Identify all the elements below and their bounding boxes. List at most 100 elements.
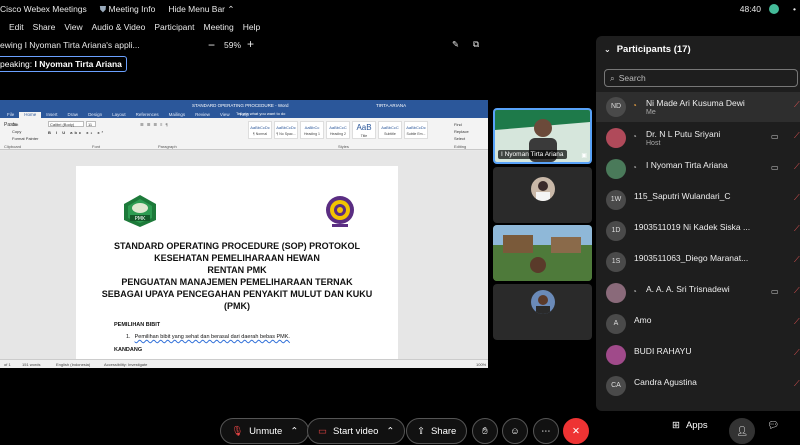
chevron-up-icon[interactable]: ⌃: [290, 426, 298, 437]
section-kandang: KANDANG: [114, 347, 143, 353]
chat-button[interactable]: 💬︎: [767, 420, 779, 431]
mic-muted-icon: ⟋: [794, 379, 800, 388]
styles-label: Styles: [338, 144, 349, 149]
participant-row[interactable]: 1S 1903511063_Diego Maranat... ⟋: [596, 247, 800, 277]
mic-muted-icon: ⟋: [794, 348, 800, 357]
reactions-button[interactable]: ☺: [502, 418, 528, 444]
language: English (Indonesia): [56, 362, 91, 367]
select-button[interactable]: Select: [454, 136, 465, 141]
find-button[interactable]: Find: [454, 122, 462, 127]
heading-line: KESEHATAN PEMELIHARAAN HEWAN: [154, 253, 320, 263]
video-tile[interactable]: [493, 225, 592, 281]
mic-muted-icon: ⟋: [794, 131, 800, 140]
heading-line: PENGUATAN MANAJEMEN PEMELIHARAAN TERNAK: [121, 277, 353, 287]
mic-muted-icon: ⟋: [794, 100, 800, 109]
avatar: 1S: [606, 252, 626, 272]
list-item: 1. Pemilihan bibit yang sehat dan berasal…: [126, 334, 290, 340]
video-tile[interactable]: [493, 284, 592, 340]
participant-name: Candra Agustina: [634, 377, 697, 387]
participants-panel: ⌄ Participants (17) ⌕ Search ND ◔ Ni Made …: [596, 36, 800, 411]
zoom-out-button[interactable]: −: [208, 38, 215, 52]
participant-row[interactable]: 1D 1903511019 Ni Kadek Siska ... ⟋: [596, 216, 800, 246]
style-subtitle[interactable]: AaBbCcC Subtitle: [378, 121, 402, 139]
replace-button[interactable]: Replace: [454, 129, 469, 134]
meeting-info-button[interactable]: ⛊ Meeting Info: [100, 4, 156, 15]
recording-icon: [769, 4, 780, 14]
more-options-button[interactable]: ⋯: [533, 418, 559, 444]
video-tile[interactable]: [493, 167, 592, 223]
copy-button[interactable]: Copy: [12, 129, 21, 134]
mic-muted-icon: 🎙︎: [231, 425, 244, 437]
popout-icon[interactable]: ⧉: [473, 39, 479, 50]
participant-row[interactable]: 1W 115_Saputri Wulandari_C ⟋: [596, 185, 800, 215]
participant-role: Host: [646, 140, 661, 147]
hide-menu-bar-button[interactable]: Hide Menu Bar ⌃: [168, 4, 234, 15]
menu-audio-video[interactable]: Audio & Video: [92, 22, 146, 32]
style-heading-2[interactable]: AaBbCcC Heading 2: [326, 121, 350, 139]
shared-screen[interactable]: STANDARD OPERATING PROCEDURE - Word TIRT…: [0, 100, 488, 368]
word-zoom: 100%: [476, 362, 487, 367]
mic-icon: ◔: [632, 163, 637, 172]
search-input[interactable]: ⌕ Search: [604, 69, 798, 87]
menu-edit[interactable]: Edit: [9, 22, 24, 32]
participant-row[interactable]: BUDI RAHAYU ⟋: [596, 340, 800, 370]
menu-share[interactable]: Share: [33, 22, 56, 32]
unmute-button[interactable]: 🎙︎ Unmute ⌃: [220, 418, 310, 444]
style-no-spacing[interactable]: AaBbCcDc ¶ No Spac...: [274, 121, 298, 139]
share-button[interactable]: ⇪ Share: [406, 418, 468, 444]
participant-row[interactable]: ◔ A. A. A. Sri Trisnadewi ▭ ⟋: [596, 278, 800, 308]
participant-name: 1903511063_Diego Maranat...: [634, 253, 749, 263]
format-painter-button[interactable]: Format Painter: [12, 136, 38, 141]
zoom-in-button[interactable]: +: [247, 37, 254, 51]
video-tile-active-speaker[interactable]: I Nyoman Tirta Ariana ▣: [493, 108, 592, 164]
menu-help[interactable]: Help: [243, 22, 260, 32]
menu-participant[interactable]: Participant: [154, 22, 194, 32]
smiley-icon: ☺: [510, 425, 520, 437]
mic-muted-icon: ⟋: [794, 193, 800, 202]
share-icon: ⇪: [417, 425, 425, 437]
viewing-label: ewing I Nyoman Tirta Ariana's appli...: [0, 40, 140, 50]
people-icon: 👤︎: [735, 425, 749, 437]
chevron-up-icon: ⌃: [227, 3, 235, 14]
cut-button[interactable]: Cut: [12, 122, 18, 127]
speaking-prefix: peaking:: [0, 59, 33, 69]
annotate-icon[interactable]: ✎: [452, 39, 459, 50]
document-page[interactable]: PMK STANDARD OPERATING PROCEDURE (SOP) P…: [76, 166, 398, 362]
participant-row[interactable]: A Amo ⟋: [596, 309, 800, 339]
menu-view[interactable]: View: [64, 22, 82, 32]
participants-toggle-button[interactable]: 👤︎: [729, 418, 755, 444]
word-title-bar: STANDARD OPERATING PROCEDURE - Word TIRT…: [0, 100, 488, 110]
more-icon: ⋯: [541, 425, 551, 437]
chevron-down-icon[interactable]: ⌄: [604, 45, 611, 54]
participant-row[interactable]: CA Candra Agustina ⟋: [596, 371, 800, 401]
avatar: [606, 128, 626, 148]
style-normal[interactable]: AaBbCcDc ¶ Normal: [248, 121, 272, 139]
word-count: 151 words: [22, 362, 41, 367]
start-video-button[interactable]: ▭ Start video ⌃: [307, 418, 406, 444]
style-subtle-emphasis[interactable]: AaBbCcDc Subtle Em...: [404, 121, 428, 139]
raise-hand-button[interactable]: ✋︎: [472, 418, 498, 444]
font-size-box[interactable]: 11: [86, 121, 96, 127]
tell-me-box[interactable]: Tell me what you want to do: [236, 111, 285, 116]
paragraph-buttons[interactable]: ☰ ☰ ☰ ≡ ¶: [140, 122, 169, 127]
participant-row[interactable]: ND ◔ Ni Made Ari Kusuma Dewi Me ⟋: [596, 92, 800, 122]
video-camera-icon: ▭: [771, 163, 779, 172]
chevron-up-icon[interactable]: ⌃: [386, 426, 394, 437]
style-heading-1[interactable]: AaBbCc Heading 1: [300, 121, 324, 139]
font-name-box[interactable]: Calibri (Body): [48, 121, 84, 127]
menu-meeting[interactable]: Meeting: [204, 22, 234, 32]
style-title[interactable]: AaB Title: [352, 121, 376, 139]
document-heading: STANDARD OPERATING PROCEDURE (SOP) PROTO…: [76, 240, 398, 312]
leave-meeting-button[interactable]: ✕: [563, 418, 589, 444]
participant-row[interactable]: ◔ I Nyoman Tirta Ariana ▭ ⟋: [596, 154, 800, 184]
clipboard-label: Clipboard: [4, 144, 22, 149]
mic-muted-icon: ⟋: [794, 255, 800, 264]
apps-button[interactable]: ⊞ Apps: [672, 420, 708, 431]
participant-row[interactable]: ◔ Dr. N L Putu Sriyani Host ▭ ⟋: [596, 123, 800, 153]
speaking-indicator: peaking: I Nyoman Tirta Ariana: [0, 56, 127, 72]
editing-label: Editing: [454, 144, 467, 149]
dots-icon[interactable]: •: [793, 4, 796, 14]
participants-header[interactable]: ⌄ Participants (17): [604, 44, 691, 55]
word-status-bar: of 1 151 words English (Indonesia) Acces…: [0, 359, 488, 368]
font-format-buttons[interactable]: B I U abc x₂ x²: [48, 130, 105, 135]
